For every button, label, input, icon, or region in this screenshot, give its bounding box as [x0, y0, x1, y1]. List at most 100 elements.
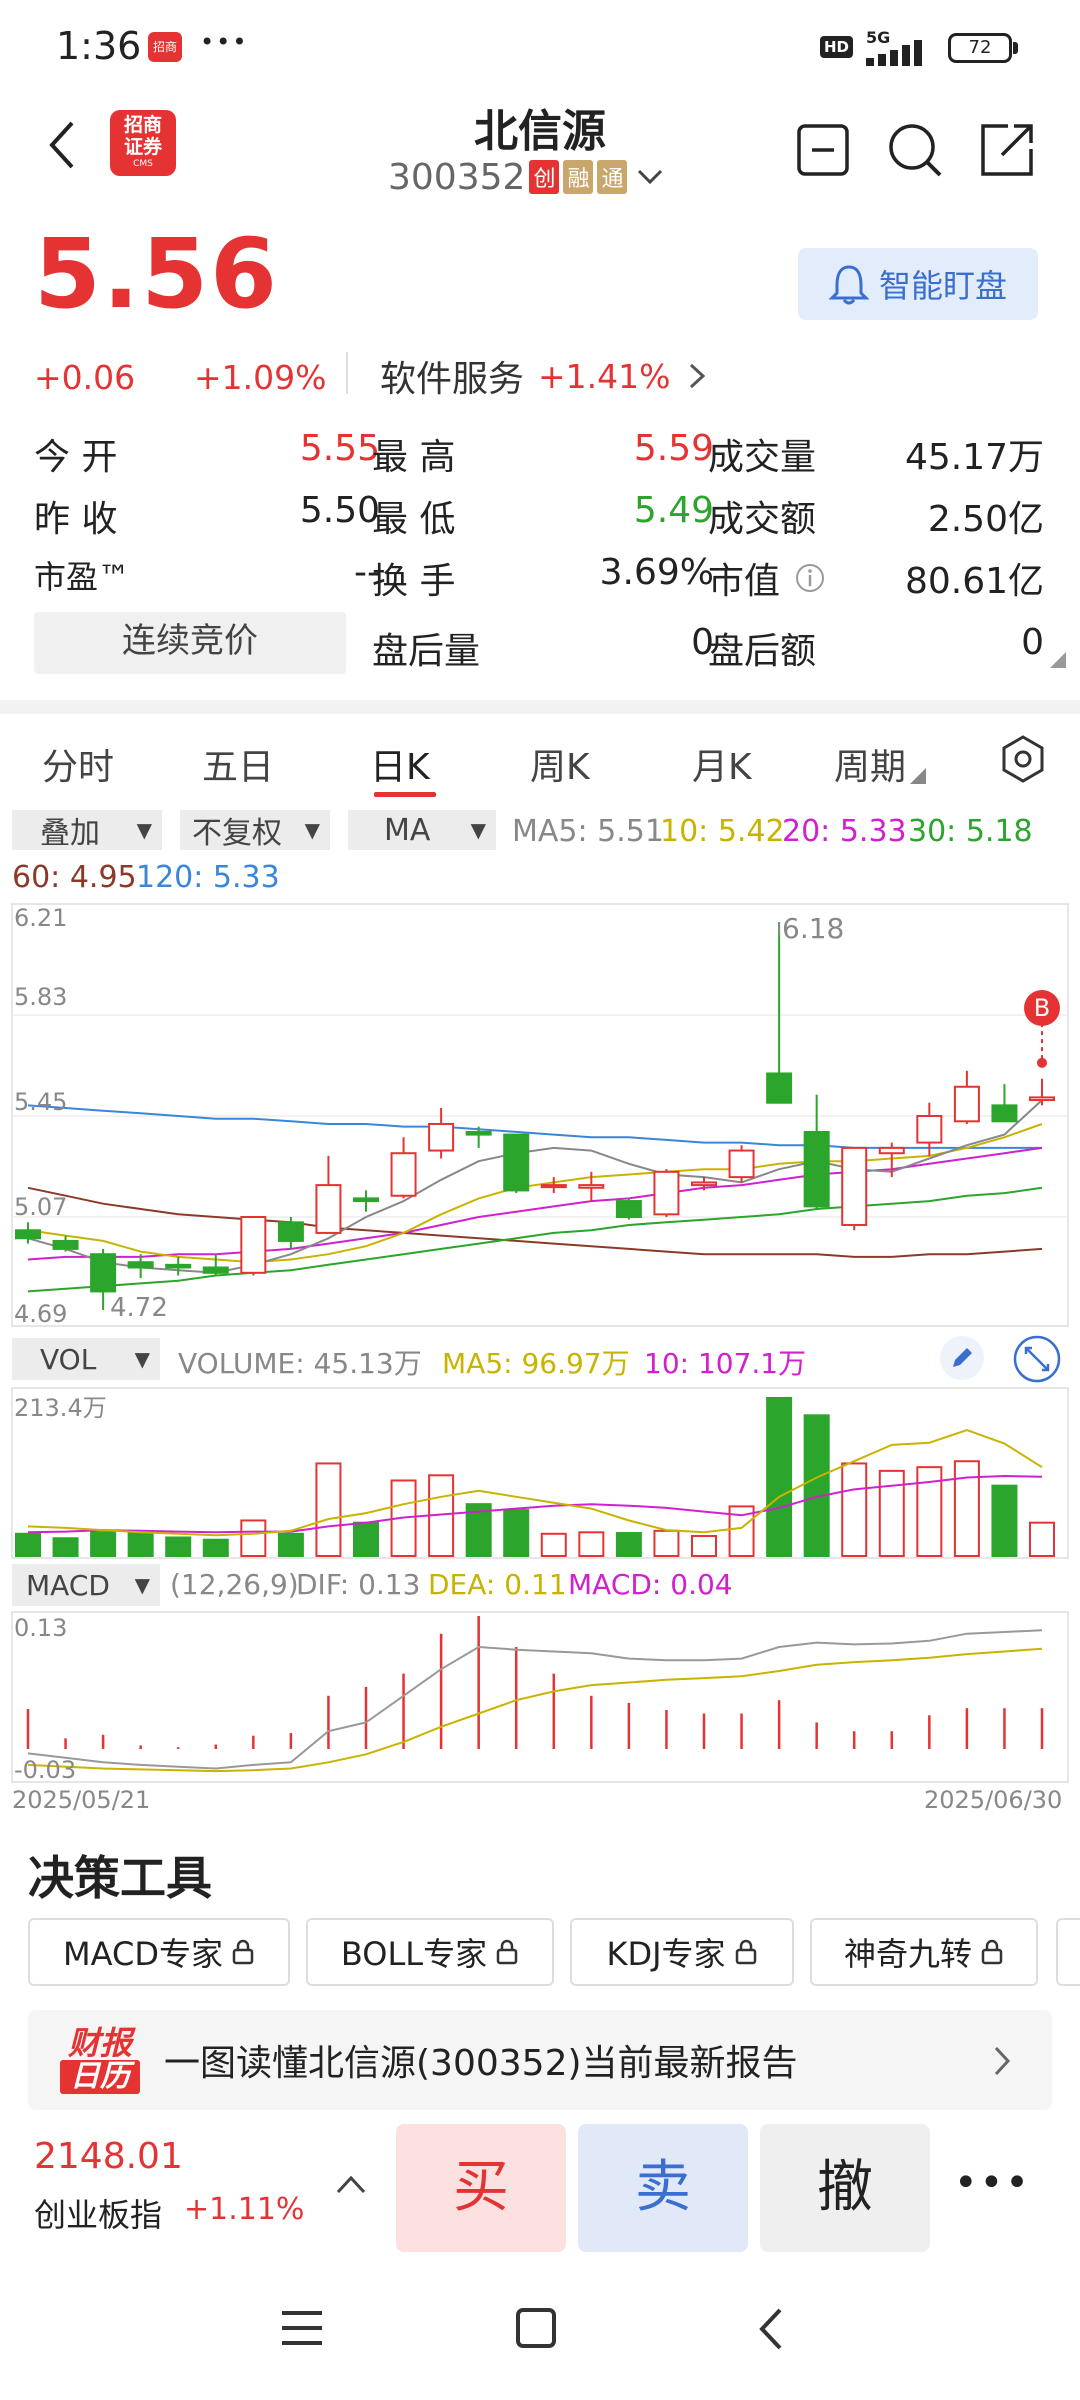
candle-down [991, 1104, 1018, 1123]
candle-up [428, 1122, 455, 1152]
candle-down [353, 1197, 379, 1203]
buy-button[interactable]: 买 [396, 2124, 566, 2252]
fullscreen-icon[interactable] [1012, 1334, 1062, 1384]
search-icon[interactable] [886, 121, 944, 179]
chevron-down-icon [638, 169, 663, 185]
tag-tong: 通 [597, 160, 628, 194]
tool-label: KDJ专家 [606, 1935, 726, 1973]
battery-tip [1013, 42, 1018, 54]
volume-bar [841, 1462, 868, 1557]
sector-link[interactable]: 软件服务 +1.41% [380, 350, 709, 402]
kline-axis-label: 6.21 [14, 904, 68, 932]
buy-marker-badge[interactable]: B [1024, 990, 1060, 1026]
kline-chart[interactable] [0, 900, 1080, 1330]
dropdown-arrow-icon: ▼ [134, 1347, 150, 1371]
macd-header: MACD ▼ (12,26,9) DIF: 0.13 DEA: 0.11 MACD… [0, 1564, 1080, 1610]
candle-down [766, 1072, 793, 1104]
kline-max-label: 6.18 [782, 912, 845, 945]
tab-intraday[interactable]: 分时 [42, 738, 114, 790]
volume-bar [540, 1532, 567, 1558]
home-icon[interactable] [514, 2306, 558, 2350]
tool-overflow-edge [1056, 1918, 1080, 1986]
quote-label: 昨 收 [34, 499, 118, 540]
open-value: 5.55 [299, 428, 380, 469]
volume-chart[interactable] [0, 1386, 1080, 1560]
candle-up [953, 1085, 980, 1123]
macd-dropdown-label: MACD [26, 1568, 110, 1602]
volume-max-label: 213.4万 [14, 1394, 107, 1422]
ma20-label: 20: 5.33 [782, 814, 907, 849]
volume-bar [165, 1536, 192, 1557]
index-name: 创业板指 [34, 2196, 163, 2234]
battery-level: 72 [968, 37, 992, 58]
corner-triangle-icon [910, 768, 927, 784]
tab-period[interactable]: 周期 [834, 738, 927, 790]
report-text: 一图读懂北信源(300352)当前最新报告 [164, 2043, 798, 2084]
amount-value: 2.50亿 [927, 499, 1044, 540]
candle-down [90, 1253, 117, 1293]
candle-up [315, 1184, 342, 1234]
hd-icon: HD [820, 36, 854, 58]
expand-corner-icon[interactable] [1050, 652, 1066, 668]
macd-chart[interactable] [0, 1610, 1080, 1784]
logo-line-2: 证券 [123, 136, 162, 158]
lock-icon [735, 1939, 756, 1965]
volume-bar [766, 1397, 793, 1557]
kline-axis-label: 5.45 [14, 1088, 68, 1116]
indicator-dropdown[interactable]: MA ▼ [348, 810, 496, 850]
candle-up [390, 1152, 417, 1197]
prev-close-value: 5.50 [299, 490, 380, 531]
quote-label: 最 低 [372, 499, 456, 540]
ma5-label: MA5: 5.51 [512, 814, 664, 849]
adjust-dropdown[interactable]: 不复权 ▼ [180, 810, 330, 851]
tool-magic-nine[interactable]: 神奇九转 [810, 1918, 1038, 1986]
tab-monthly-k[interactable]: 月K [692, 738, 752, 790]
tab-five-day[interactable]: 五日 [202, 738, 274, 790]
battery-icon: 72 [948, 33, 1012, 63]
candle-down [127, 1261, 154, 1269]
edit-button[interactable] [940, 1336, 984, 1380]
volume-bar [503, 1509, 530, 1557]
report-banner[interactable]: 财报 日历 一图读懂北信源(300352)当前最新报告 [28, 2010, 1052, 2110]
status-time: 1:36 [56, 24, 142, 68]
cancel-button[interactable]: 撤 [760, 2124, 930, 2252]
vol-dropdown[interactable]: VOL ▼ [12, 1338, 160, 1380]
high-value: 5.59 [633, 428, 714, 469]
sector-pct: +1.41% [538, 356, 671, 396]
minimize-icon[interactable] [796, 123, 850, 177]
volume-bar [953, 1460, 980, 1557]
tab-daily-k[interactable]: 日K [370, 738, 430, 790]
smart-watch-button[interactable]: 智能盯盘 [798, 248, 1038, 320]
back-nav-icon[interactable] [756, 2306, 786, 2352]
tool-boll[interactable]: BOLL专家 [306, 1918, 554, 1986]
more-menu-button[interactable]: ••• [954, 2160, 1031, 2206]
tool-macd[interactable]: MACD专家 [28, 1918, 290, 1986]
overlay-dropdown[interactable]: 叠加 ▼ [12, 810, 162, 851]
tool-kdj[interactable]: KDJ专家 [570, 1918, 794, 1986]
ma120-label: 120: 5.33 [136, 860, 280, 895]
share-icon[interactable] [978, 121, 1036, 179]
lock-icon [981, 1939, 1003, 1965]
macd-dropdown[interactable]: MACD ▼ [12, 1564, 160, 1606]
candle-up [878, 1146, 905, 1155]
tab-weekly-k[interactable]: 周K [530, 738, 590, 790]
back-icon[interactable] [44, 117, 80, 173]
chevron-up-icon[interactable] [334, 2172, 368, 2196]
settings-hex-icon[interactable] [1000, 734, 1046, 784]
report-logo-line-1: 财报 [67, 2024, 132, 2062]
market-cap-value: 80.61亿 [904, 561, 1044, 602]
stock-title: 北信源 [474, 106, 606, 157]
menu-icon[interactable] [280, 2308, 324, 2348]
quote-label: 成交额 [708, 499, 817, 540]
adjust-label: 不复权 [192, 816, 282, 851]
index-value: 2148.01 [34, 2136, 183, 2177]
ma10-label: 10: 5.42 [660, 814, 785, 849]
stock-code-row[interactable]: 300352 创 融 通 [388, 155, 665, 199]
info-icon[interactable] [794, 562, 826, 594]
auction-button[interactable]: 连续竞价 [34, 612, 346, 674]
ma30-line [27, 1186, 1043, 1293]
dropdown-arrow-icon: ▼ [136, 818, 152, 842]
system-nav-bar [0, 2260, 1080, 2400]
broker-logo: 招商 证券 CMS [110, 110, 176, 176]
sell-button[interactable]: 卖 [578, 2124, 748, 2252]
